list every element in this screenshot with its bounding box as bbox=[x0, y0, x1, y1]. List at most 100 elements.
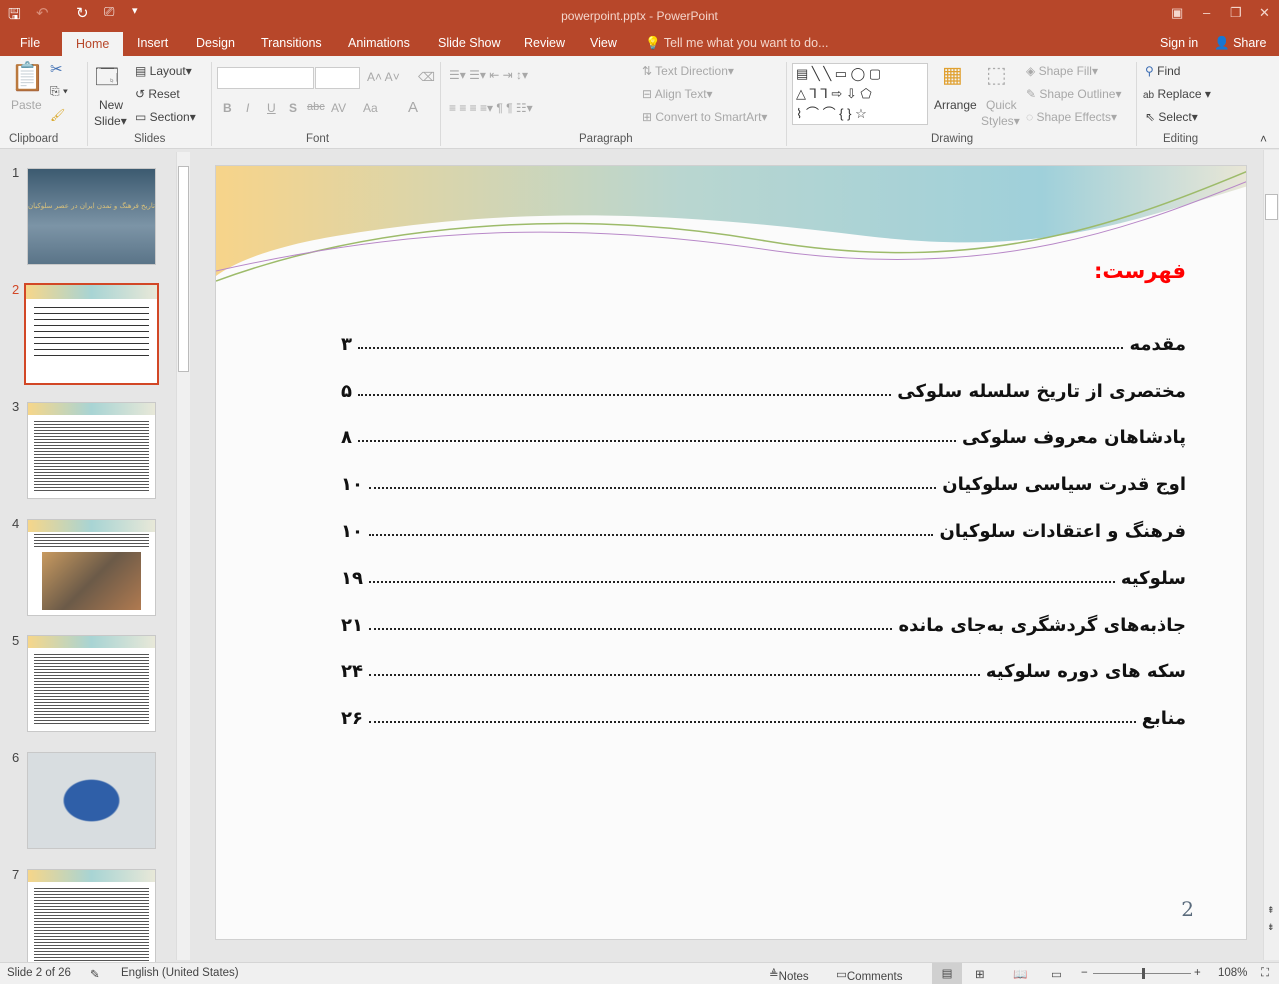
person-icon: 👤 bbox=[1214, 36, 1230, 50]
comments-button[interactable]: ▭ Comments bbox=[836, 967, 902, 983]
tab-file[interactable]: File bbox=[20, 36, 40, 50]
scroll-thumb[interactable] bbox=[178, 166, 189, 372]
tab-animations[interactable]: Animations bbox=[348, 36, 410, 50]
select-button[interactable]: ⇖ Select▾ bbox=[1145, 110, 1198, 124]
shapes-gallery[interactable]: ▤ ╲ ╲ ▭ ◯ ▢ △ ⅂ ⅂ ⇨ ⇩ ⬠ ⌇ ⌒ ⌒ { } ☆ bbox=[792, 63, 928, 125]
quick-styles-icon[interactable]: ⬚ bbox=[986, 62, 1007, 88]
zoom-level[interactable]: 108% bbox=[1218, 967, 1247, 979]
tab-insert[interactable]: Insert bbox=[137, 36, 168, 50]
tab-home[interactable]: Home bbox=[62, 32, 124, 56]
section-button[interactable]: ▭ Section▾ bbox=[135, 110, 196, 124]
shape-effects-button[interactable]: ◌ Shape Effects▾ bbox=[1026, 110, 1117, 124]
tab-view[interactable]: View bbox=[590, 36, 617, 50]
slide-thumbnail-3[interactable] bbox=[27, 402, 156, 499]
cursor-icon: ⇖ bbox=[1145, 110, 1156, 124]
tab-design[interactable]: Design bbox=[196, 36, 235, 50]
slide-scrollbar[interactable]: ⇞ ⇟ bbox=[1263, 150, 1279, 960]
thumb-number: 2 bbox=[12, 282, 20, 297]
find-button[interactable]: ⚲ Find bbox=[1145, 64, 1180, 78]
slide-thumbnail-6-map[interactable] bbox=[27, 752, 156, 849]
thumbnail-scrollbar[interactable] bbox=[176, 152, 190, 960]
slide-thumbnail-5[interactable] bbox=[27, 635, 156, 732]
arrange-button[interactable]: Arrange bbox=[934, 98, 977, 112]
new-slide-button[interactable]: New bbox=[99, 98, 123, 112]
slide-thumbnail-2[interactable] bbox=[24, 283, 159, 385]
close-icon[interactable]: ✕ bbox=[1259, 5, 1270, 21]
change-case-button[interactable]: Aa bbox=[363, 101, 378, 115]
font-group-label: Font bbox=[306, 133, 330, 145]
slide-counter: Slide 2 of 26 bbox=[7, 967, 71, 979]
align-icons[interactable]: ≡ ≡ ≡ ≡▾ ¶ ¶ ☷▾ bbox=[449, 101, 533, 115]
format-painter-icon[interactable]: 🖌 bbox=[50, 108, 65, 122]
toc-entry-page: ۱۰ bbox=[341, 474, 363, 496]
shape-fill-button[interactable]: ◈ Shape Fill▾ bbox=[1026, 64, 1098, 78]
smartart-button[interactable]: ⊞ Convert to SmartArt▾ bbox=[642, 110, 767, 124]
shape-outline-button[interactable]: ✎ Shape Outline▾ bbox=[1026, 87, 1121, 101]
font-name-dropdown[interactable] bbox=[217, 67, 314, 89]
new-slide-button-line2[interactable]: Slide▾ bbox=[94, 114, 127, 128]
text-direction-button[interactable]: ⇅ Text Direction▾ bbox=[642, 64, 734, 78]
tell-me-box[interactable]: 💡 Tell me what you want to do... bbox=[645, 36, 829, 51]
quick-styles-button-line2[interactable]: Styles▾ bbox=[981, 114, 1020, 128]
replace-button[interactable]: ab Replace ▾ bbox=[1143, 87, 1211, 101]
sign-in-link[interactable]: Sign in bbox=[1160, 36, 1198, 50]
ribbon: 📋 Paste ✂ ⎘ ▾ 🖌 Clipboard 🗔 New Slide▾ ▤… bbox=[0, 56, 1279, 149]
toc-leader-dots bbox=[358, 346, 1124, 349]
tab-slide-show[interactable]: Slide Show bbox=[438, 36, 501, 50]
underline-button[interactable]: U bbox=[267, 101, 276, 115]
quick-styles-button[interactable]: Quick bbox=[986, 98, 1017, 112]
toc-entry: پادشاهان معروف سلوکی ۸ bbox=[341, 402, 1186, 448]
thumb-number: 6 bbox=[12, 750, 20, 765]
collapse-ribbon-icon[interactable]: ˄ bbox=[1260, 132, 1267, 146]
slide-thumbnail-4[interactable] bbox=[27, 519, 156, 616]
arrange-icon[interactable]: ▦ bbox=[942, 62, 963, 88]
slideshow-view-icon[interactable]: ▭ bbox=[1051, 967, 1062, 981]
bullets-icon[interactable]: ☰▾ ☰▾ ⇤ ⇥ ↕▾ bbox=[449, 68, 528, 82]
toc-entry-page: ۵ bbox=[341, 380, 352, 402]
tab-review[interactable]: Review bbox=[524, 36, 565, 50]
fit-to-window-icon[interactable]: ⛶ bbox=[1261, 967, 1269, 980]
bold-button[interactable]: B bbox=[223, 101, 232, 115]
reading-view-icon[interactable]: 📖 bbox=[1013, 967, 1027, 981]
zoom-slider-thumb[interactable] bbox=[1142, 968, 1145, 979]
strikethrough-button[interactable]: abc bbox=[307, 101, 325, 113]
font-color-button[interactable]: A bbox=[408, 99, 418, 116]
zoom-in-icon[interactable]: + bbox=[1194, 967, 1201, 979]
next-slide-icon[interactable]: ⇟ bbox=[1267, 922, 1275, 933]
shadow-button[interactable]: S bbox=[289, 101, 297, 115]
tab-transitions[interactable]: Transitions bbox=[261, 36, 322, 50]
toc-entry: سلوکیه ۱۹ bbox=[341, 542, 1186, 589]
share-button[interactable]: 👤 Share bbox=[1214, 36, 1266, 51]
italic-button[interactable]: I bbox=[246, 101, 249, 115]
notes-button[interactable]: ≜ Notes bbox=[769, 967, 809, 983]
normal-view-icon[interactable]: ▤ bbox=[932, 963, 962, 984]
cut-icon[interactable]: ✂ bbox=[50, 60, 63, 78]
font-size-dropdown[interactable] bbox=[315, 67, 360, 89]
align-text-button[interactable]: ⊟ Align Text▾ bbox=[642, 87, 713, 101]
previous-slide-icon[interactable]: ⇞ bbox=[1267, 905, 1275, 916]
zoom-out-icon[interactable]: − bbox=[1081, 967, 1088, 979]
spell-check-icon[interactable]: ✎ bbox=[90, 967, 100, 981]
toc-entry-text: فرهنگ و اعتقادات سلوکیان bbox=[939, 520, 1186, 542]
toc-leader-dots bbox=[368, 487, 937, 490]
toc-entry: سکه های دوره سلوکیه ۲۴ bbox=[341, 636, 1186, 682]
restore-icon[interactable]: ❐ bbox=[1230, 5, 1242, 21]
slide-canvas[interactable]: فهرست: مقدمه ۳ مختصری از تاریخ سلسله سلوکی… bbox=[215, 165, 1247, 940]
reset-button[interactable]: ↺ Reset bbox=[135, 87, 180, 101]
paste-button[interactable]: Paste bbox=[11, 98, 42, 112]
grow-font-icon[interactable]: A˄ A˅ bbox=[367, 70, 400, 84]
slide-thumbnail-1[interactable]: تاریخ فرهنگ و تمدن ایران در عصر سلوکیان bbox=[27, 168, 156, 265]
scroll-thumb[interactable] bbox=[1265, 194, 1278, 220]
clear-format-icon[interactable]: ⌫ bbox=[418, 70, 435, 84]
toc-entry-page: ۲۶ bbox=[341, 708, 363, 730]
copy-icon[interactable]: ⎘ ▾ bbox=[50, 84, 68, 99]
slide-thumbnail-7[interactable] bbox=[27, 869, 156, 966]
slide-sorter-icon[interactable]: ⊞ bbox=[975, 967, 985, 981]
language[interactable]: English (United States) bbox=[121, 967, 239, 979]
new-slide-icon[interactable]: 🗔 bbox=[95, 60, 119, 98]
layout-button[interactable]: ▤ Layout▾ bbox=[135, 64, 192, 78]
paste-icon[interactable]: 📋 bbox=[10, 60, 45, 93]
ribbon-display-icon[interactable]: ▣ bbox=[1171, 5, 1183, 21]
char-spacing-button[interactable]: AV bbox=[331, 101, 346, 115]
minimize-icon[interactable]: – bbox=[1203, 5, 1210, 20]
